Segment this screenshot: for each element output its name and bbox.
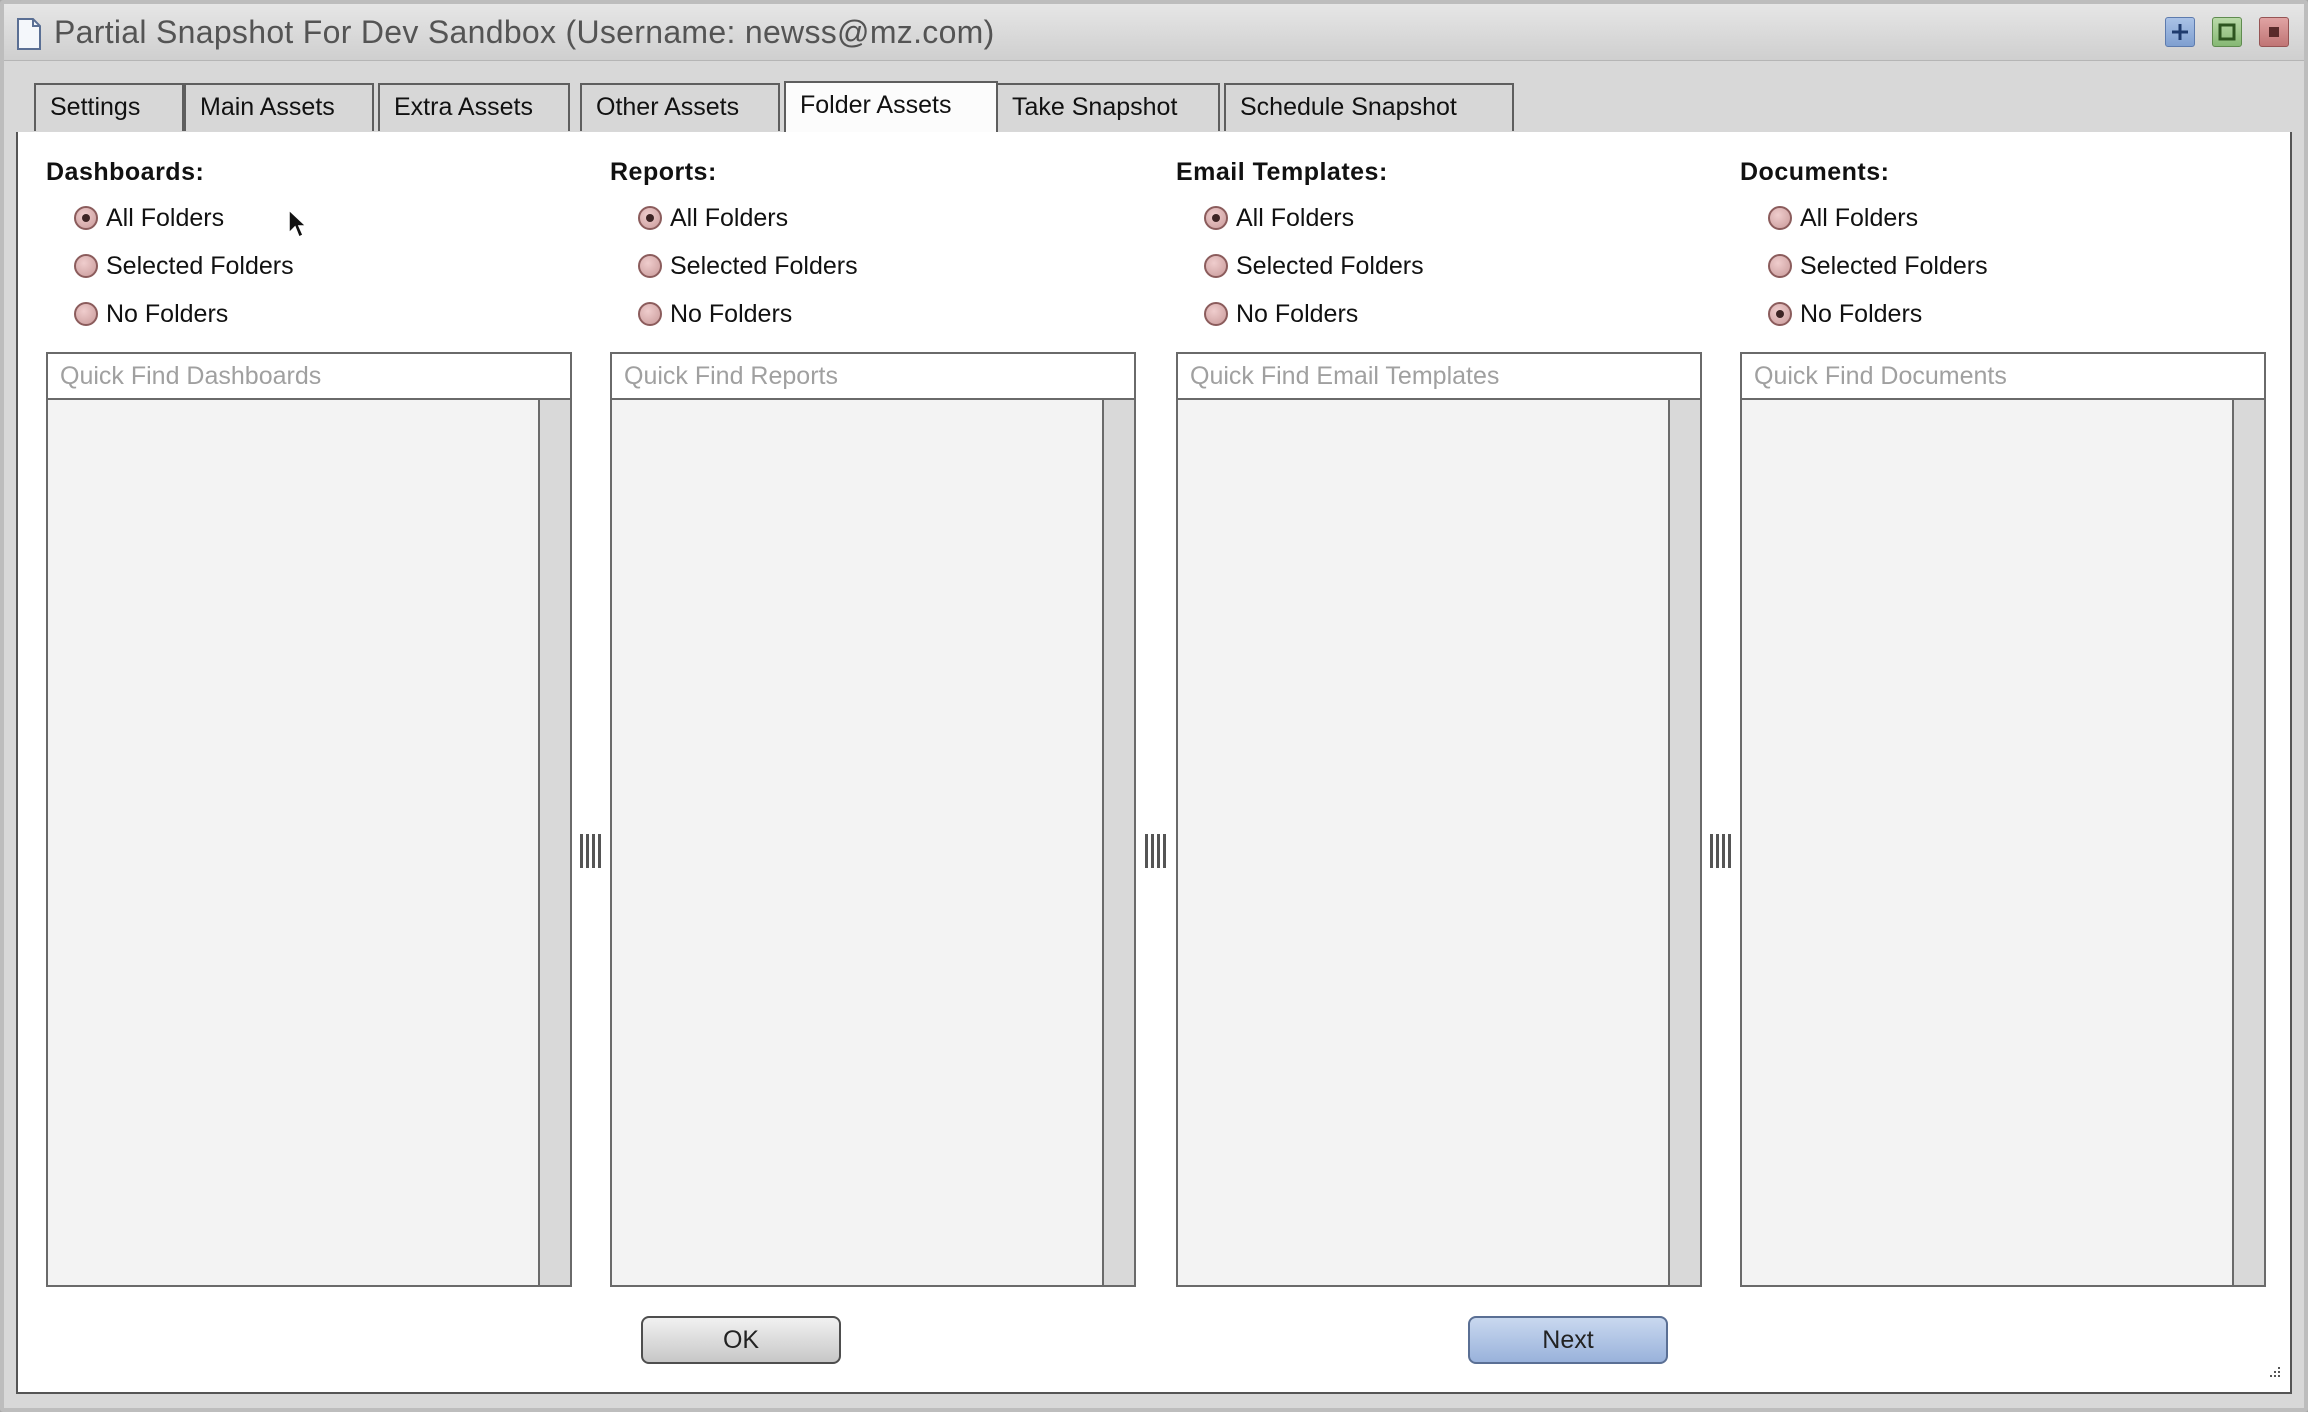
maximize-button[interactable]	[2212, 17, 2242, 47]
radio-label: No Folders	[106, 300, 229, 328]
documents-scrollbar[interactable]	[2232, 400, 2264, 1285]
radio-button[interactable]	[1204, 254, 1228, 278]
next-button[interactable]: Next	[1468, 1316, 1668, 1364]
section-title-reports: Reports:	[610, 158, 717, 186]
email-templates-finder	[1176, 352, 1702, 1287]
radio-label: No Folders	[1800, 300, 1923, 328]
radio-button[interactable]	[1768, 206, 1792, 230]
dashboards-search-input[interactable]	[48, 354, 570, 400]
radio-button[interactable]	[1204, 206, 1228, 230]
tab-schedule-snapshot[interactable]: Schedule Snapshot	[1224, 83, 1514, 131]
radio-label: All Folders	[1236, 204, 1355, 232]
radio-label: All Folders	[670, 204, 789, 232]
email-templates-folder-list[interactable]	[1178, 400, 1668, 1285]
radio-label: No Folders	[1236, 300, 1359, 328]
tab-label: Schedule Snapshot	[1240, 93, 1457, 121]
reports-scrollbar[interactable]	[1102, 400, 1134, 1285]
radio-button[interactable]	[74, 206, 98, 230]
radio-label: Selected Folders	[1800, 252, 1988, 280]
radio-button[interactable]	[1204, 302, 1228, 326]
window-title: Partial Snapshot For Dev Sandbox (Userna…	[54, 14, 995, 50]
tab-label: Settings	[50, 93, 141, 121]
splitter-handle[interactable]	[578, 832, 606, 872]
radio-button[interactable]	[1768, 254, 1792, 278]
tab-folder-assets[interactable]: Folder Assets	[784, 81, 998, 133]
reports-finder	[610, 352, 1136, 1287]
tab-main-assets[interactable]: Main Assets	[184, 83, 374, 131]
tab-label: Main Assets	[200, 93, 335, 121]
email-templates-scrollbar[interactable]	[1668, 400, 1700, 1285]
dashboards-scrollbar[interactable]	[538, 400, 570, 1285]
radio-label: All Folders	[1800, 204, 1919, 232]
reports-search-input[interactable]	[612, 354, 1134, 400]
title-bar[interactable]: Partial Snapshot For Dev Sandbox (Userna…	[4, 4, 2304, 61]
tab-extra-assets[interactable]: Extra Assets	[378, 83, 570, 131]
radio-button[interactable]	[74, 302, 98, 326]
document-icon	[16, 18, 42, 50]
tab-label: Other Assets	[596, 93, 740, 121]
tab-label: Folder Assets	[800, 91, 952, 119]
mouse-pointer-icon	[288, 208, 308, 246]
dashboards-finder	[46, 352, 572, 1287]
close-button[interactable]	[2259, 17, 2289, 47]
splitter-handle[interactable]	[1143, 832, 1171, 872]
tab-label: Extra Assets	[394, 93, 533, 121]
radio-label: All Folders	[106, 204, 225, 232]
section-title-email-templates: Email Templates:	[1176, 158, 1388, 186]
radio-button[interactable]	[638, 206, 662, 230]
radio-label: No Folders	[670, 300, 793, 328]
snapshot-window: Partial Snapshot For Dev Sandbox (Userna…	[0, 0, 2308, 1412]
folder-assets-panel: Dashboards: All Folders Selected Folders…	[16, 132, 2292, 1394]
section-title-documents: Documents:	[1740, 158, 1890, 186]
radio-label: Selected Folders	[1236, 252, 1424, 280]
reports-folder-list[interactable]	[612, 400, 1102, 1285]
documents-finder	[1740, 352, 2266, 1287]
add-window-button[interactable]	[2165, 17, 2195, 47]
resize-grip-icon[interactable]	[2266, 1363, 2282, 1384]
radio-button[interactable]	[638, 254, 662, 278]
section-title-dashboards: Dashboards:	[46, 158, 205, 186]
documents-search-input[interactable]	[1742, 354, 2264, 400]
radio-label: Selected Folders	[106, 252, 294, 280]
radio-button[interactable]	[1768, 302, 1792, 326]
radio-button[interactable]	[74, 254, 98, 278]
tab-label: Take Snapshot	[1012, 93, 1178, 121]
tab-take-snapshot[interactable]: Take Snapshot	[996, 83, 1220, 131]
tab-settings[interactable]: Settings	[34, 83, 184, 131]
ok-button[interactable]: OK	[641, 1316, 841, 1364]
dashboards-folder-list[interactable]	[48, 400, 538, 1285]
documents-folder-list[interactable]	[1742, 400, 2232, 1285]
tab-strip: Settings Main Assets Extra Assets Other …	[4, 60, 2304, 133]
radio-button[interactable]	[638, 302, 662, 326]
radio-label: Selected Folders	[670, 252, 858, 280]
splitter-handle[interactable]	[1708, 832, 1736, 872]
tab-other-assets[interactable]: Other Assets	[580, 83, 780, 131]
email-templates-search-input[interactable]	[1178, 354, 1700, 400]
